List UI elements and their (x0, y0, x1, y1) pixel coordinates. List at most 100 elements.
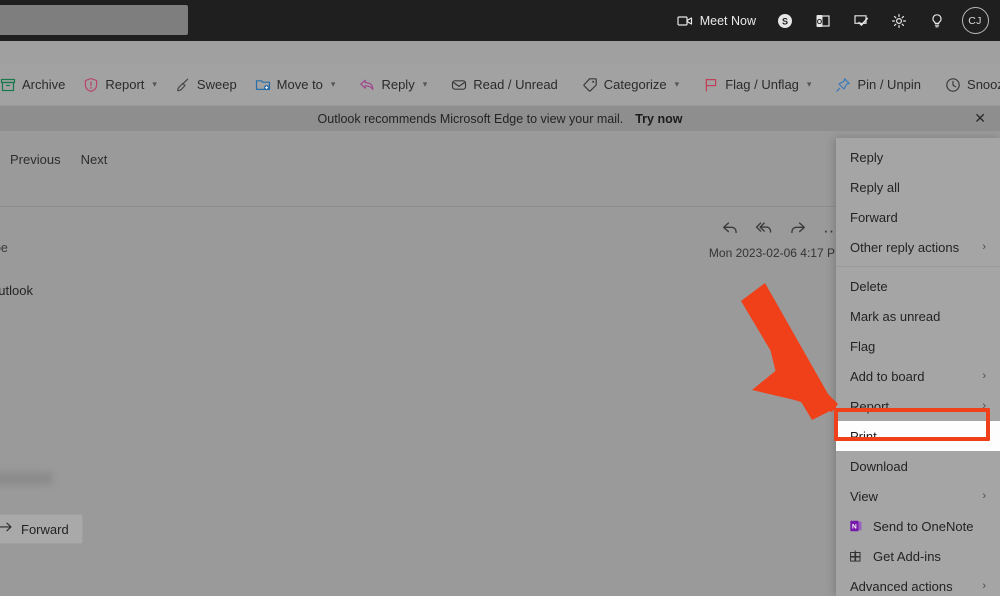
menu-item-mark-as-unread[interactable]: Mark as unread (836, 301, 1000, 331)
top-app-bar: Meet Now S O CJ (0, 0, 1000, 41)
pin-icon (835, 77, 851, 93)
banner-message: Outlook recommends Microsoft Edge to vie… (317, 111, 624, 126)
chevron-down-icon: ▾ (152, 79, 157, 89)
lightbulb-icon[interactable] (918, 0, 956, 41)
menu-item-advanced-actions[interactable]: Advanced actions › (836, 571, 1000, 596)
flag-icon (703, 77, 719, 93)
gear-icon[interactable] (880, 0, 918, 41)
archive-label: Archive (22, 77, 66, 92)
banner-try-now-link[interactable]: Try now (635, 112, 682, 126)
flag-unflag-label: Flag / Unflag (725, 77, 799, 92)
sweep-button[interactable]: Sweep (166, 69, 246, 101)
menu-item-label: Mark as unread (850, 308, 941, 324)
menu-item-label: Advanced actions (850, 578, 953, 594)
svg-text:O: O (817, 19, 823, 26)
chevron-right-icon: › (982, 370, 986, 382)
archive-icon (0, 77, 16, 93)
chevron-right-icon: › (982, 400, 986, 412)
menu-item-print[interactable]: Print (836, 421, 1000, 451)
snooze-label: Snooze (967, 77, 1000, 92)
menu-item-label: Forward (850, 209, 898, 225)
forward-icon (0, 520, 13, 538)
forward-button-label: Forward (21, 521, 69, 537)
categorize-label: Categorize (603, 77, 667, 92)
move-to-button[interactable]: Move to ▾ (246, 69, 345, 101)
message-body: on outlook (0, 283, 33, 298)
menu-item-label: Report (850, 398, 890, 414)
svg-text:N: N (852, 524, 857, 531)
menu-item-label: Reply (850, 149, 884, 165)
report-icon (83, 77, 99, 93)
menu-item-label: Add to board (850, 368, 925, 384)
reply-label: Reply (381, 77, 415, 92)
menu-item-forward[interactable]: Forward (836, 202, 1000, 232)
sweep-icon (175, 77, 191, 93)
svg-text:S: S (782, 16, 788, 26)
forward-icon[interactable] (789, 219, 807, 242)
flag-unflag-button[interactable]: Flag / Unflag ▾ (694, 69, 820, 101)
menu-item-get-add-ins[interactable]: Get Add-ins (836, 541, 1000, 571)
menu-item-label: Reply all (850, 179, 900, 195)
close-icon[interactable]: ✕ (974, 106, 986, 131)
reply-button[interactable]: Reply ▾ (350, 69, 436, 101)
chevron-down-icon: ▾ (806, 79, 812, 89)
report-button[interactable]: Report ▾ (74, 69, 166, 101)
outlook-icon[interactable]: O (804, 0, 842, 41)
archive-button[interactable]: Archive (0, 69, 74, 101)
to-do-icon[interactable] (842, 0, 880, 41)
menu-item-label: Print (850, 428, 877, 444)
pin-unpin-button[interactable]: Pin / Unpin (826, 69, 930, 101)
report-label: Report (105, 77, 145, 92)
forward-button[interactable]: Forward (0, 514, 83, 544)
categorize-button[interactable]: Categorize ▾ (573, 69, 688, 101)
read-unread-button[interactable]: Read / Unread (442, 69, 567, 101)
redacted-signature (0, 472, 52, 485)
previous-button[interactable]: Previous (0, 148, 71, 171)
chevron-right-icon: › (982, 490, 986, 502)
chevron-down-icon: ▾ (674, 79, 680, 89)
menu-item-flag[interactable]: Flag (836, 331, 1000, 361)
reply-all-icon[interactable] (755, 219, 773, 242)
avatar[interactable]: CJ (956, 0, 994, 41)
chevron-down-icon: ▾ (422, 79, 428, 89)
menu-item-report[interactable]: Report › (836, 391, 1000, 421)
menu-item-reply-all[interactable]: Reply all (836, 172, 1000, 202)
message-timestamp: Mon 2023-02-06 4:17 PM (708, 246, 845, 260)
onenote-icon: N (848, 518, 864, 534)
next-button[interactable]: Next (71, 148, 118, 171)
chevron-right-icon: › (982, 241, 986, 253)
top-bar-actions: Meet Now S O CJ (673, 0, 994, 41)
menu-item-label: View (850, 488, 878, 504)
menu-item-send-to-onenote[interactable]: N Send to OneNote (836, 511, 1000, 541)
reply-icon[interactable] (721, 219, 739, 242)
sweep-label: Sweep (196, 77, 237, 92)
envelope-icon (451, 77, 467, 93)
search-input[interactable] (0, 5, 188, 35)
move-to-icon (255, 77, 271, 93)
meet-now-label: Meet Now (699, 13, 756, 28)
snooze-button[interactable]: Snooze ▾ (936, 69, 1000, 101)
read-unread-label: Read / Unread (473, 77, 558, 92)
clock-icon (945, 77, 961, 93)
reply-icon (359, 77, 375, 93)
message-recipients: s Joe (0, 241, 8, 255)
menu-item-add-to-board[interactable]: Add to board › (836, 361, 1000, 391)
chevron-right-icon: › (982, 580, 986, 592)
skype-icon[interactable]: S (766, 0, 804, 41)
message-action-icons: ··· (721, 219, 840, 242)
message-context-menu: Reply Reply all Forward Other reply acti… (836, 138, 1000, 596)
outlook-window: Meet Now S O CJ Archive Report ▾ Sweep M… (0, 0, 1000, 596)
chevron-down-icon: ▾ (330, 79, 336, 89)
meet-now-button[interactable]: Meet Now (673, 0, 766, 41)
menu-item-label: Delete (850, 278, 888, 294)
menu-item-other-reply-actions[interactable]: Other reply actions › (836, 232, 1000, 262)
ribbon-strip (0, 41, 1000, 64)
menu-item-label: Other reply actions (850, 239, 960, 255)
menu-item-download[interactable]: Download (836, 451, 1000, 481)
menu-item-reply[interactable]: Reply (836, 142, 1000, 172)
edge-recommendation-banner: Outlook recommends Microsoft Edge to vie… (0, 106, 1000, 131)
message-nav: Previous Next (0, 144, 845, 174)
avatar-initials: CJ (968, 14, 982, 27)
menu-item-view[interactable]: View › (836, 481, 1000, 511)
menu-item-delete[interactable]: Delete (836, 271, 1000, 301)
